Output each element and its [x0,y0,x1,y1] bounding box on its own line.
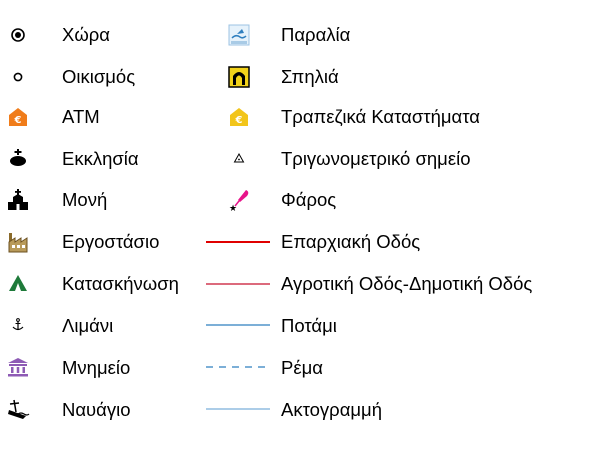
legend-label-monument: Μνημείο [62,357,131,378]
trig-point-icon [225,144,253,172]
svg-text:€: € [14,115,22,126]
shipwreck-icon [4,395,32,423]
legend-label-cave: Σπηλιά [281,66,339,87]
legend-label-atm: ATM [62,106,100,127]
legend-label-factory: Εργοστάσιο [62,231,160,252]
svg-text:€: € [235,115,243,126]
settlement-circle-icon [4,63,32,91]
anchor-icon [4,311,32,339]
stream-dashed-line [206,362,270,372]
legend-label-camping: Κατασκήνωση [62,273,179,294]
capital-dot-icon [4,21,32,49]
church-icon [4,144,32,172]
bank-icon: € [225,103,253,131]
camping-tent-icon [4,269,32,297]
beach-icon [225,21,253,49]
legend-label-settlement: Οικισμός [62,66,136,87]
legend-label-stream: Ρέμα [281,357,323,378]
legend-label-trig-point: Τριγωνομετρικό σημείο [281,148,471,169]
legend-label-river: Ποτάμι [281,315,337,336]
monument-icon [4,353,32,381]
legend-label-lighthouse: Φάρος [281,189,337,210]
coastline-line [206,404,270,414]
legend-label-rural-road: Αγροτική Οδός-Δημοτική Οδός [281,273,533,294]
rural-road-line [206,279,270,289]
atm-icon: € [4,103,32,131]
legend-label-chora: Χώρα [62,24,111,45]
map-legend: Χώρα Οικισμός € ATM Εκκλησία Μονή Εργοστ… [0,0,591,459]
legend-label-provincial-road: Επαρχιακή Οδός [281,231,421,252]
legend-label-beach: Παραλία [281,24,351,45]
provincial-road-line [206,237,270,247]
lighthouse-icon: ★ [225,186,253,214]
legend-label-coastline: Ακτογραμμή [281,399,383,420]
legend-label-bank: Τραπεζικά Καταστήματα [281,106,480,127]
monastery-icon [4,186,32,214]
legend-label-port: Λιμάνι [62,315,114,336]
legend-label-shipwreck: Ναυάγιο [62,399,131,420]
cave-icon [225,63,253,91]
legend-label-church: Εκκλησία [62,148,139,169]
legend-label-monastery: Μονή [62,189,108,210]
river-line [206,320,270,330]
factory-icon [4,228,32,256]
svg-text:★: ★ [229,204,237,212]
